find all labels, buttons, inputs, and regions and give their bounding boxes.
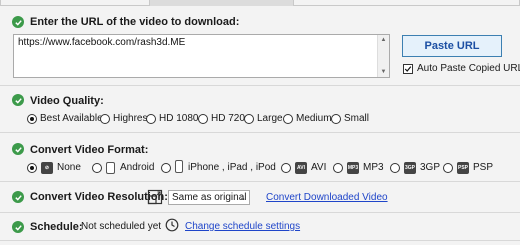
radio-format-psp[interactable] [443,163,453,173]
radio-hd-720[interactable] [198,114,208,124]
resolution-select[interactable]: Same as original ⌄ [168,190,250,205]
format-option-label: 3GP [420,162,441,173]
quality-option-label: Medium [296,113,332,124]
check-circle-icon [12,143,24,155]
android-icon [106,162,115,174]
radio-format-android[interactable] [92,163,102,173]
radio-small[interactable] [331,114,341,124]
url-value: https://www.facebook.com/rash3d.ME [18,37,186,48]
resolution-selected-value: Same as original [172,192,247,203]
scroll-up-icon[interactable]: ▲ [379,36,388,44]
format-option-label: None [57,162,81,173]
quality-option-label: HD 720 [211,113,245,124]
3gp-icon: 3GP [404,162,416,174]
radio-hd-1080[interactable] [146,114,156,124]
chevron-down-icon: ⌄ [239,193,246,202]
tab-right[interactable] [293,0,520,6]
clock-icon [165,218,179,232]
check-circle-icon [12,94,24,106]
format-option-label: AVI [311,162,327,173]
paste-url-button[interactable]: Paste URL [402,35,502,57]
quality-option-label: Highres [113,113,148,124]
url-section-label: Enter the URL of the video to download: [30,16,240,28]
radio-highres[interactable] [100,114,110,124]
radio-format-iphone[interactable] [161,163,171,173]
format-option-label: iPhone , iPad , iPod [188,162,276,173]
mp3-icon: MP3 [347,162,359,174]
format-option-label: MP3 [363,162,384,173]
auto-paste-checkbox[interactable] [403,64,413,74]
check-circle-icon [12,221,24,233]
check-circle-icon [12,191,24,203]
none-icon: ⊘ [41,162,53,174]
format-option-label: PSP [473,162,494,173]
convert-downloaded-video-link[interactable]: Convert Downloaded Video [266,192,388,203]
divider [0,212,520,213]
schedule-status: Not scheduled yet [81,221,162,232]
format-option-label: Android [120,162,155,173]
divider [0,240,520,241]
quality-option-label: HD 1080 [159,113,199,124]
radio-format-avi[interactable] [281,163,291,173]
psp-icon: PSP [457,162,469,174]
quality-option-label: Large [257,113,283,124]
radio-format-3gp[interactable] [390,163,400,173]
schedule-label: Schedule: [30,221,83,233]
divider [0,85,520,86]
url-input[interactable]: https://www.facebook.com/rash3d.ME ▲ ▼ [13,34,390,78]
quality-option-label: Small [344,113,370,124]
radio-medium[interactable] [283,114,293,124]
check-circle-icon [12,16,24,28]
divider [0,181,520,182]
quality-option-label: Best Available [40,113,103,124]
divider [0,132,520,133]
iphone-icon [175,160,183,173]
change-schedule-link[interactable]: Change schedule settings [185,221,300,232]
scroll-down-icon[interactable]: ▼ [379,68,388,76]
avi-icon: AVI [295,162,307,174]
quality-label: Video Quality: [30,95,104,107]
radio-format-mp3[interactable] [333,163,343,173]
auto-paste-label: Auto Paste Copied URL [417,63,520,74]
url-scrollbar[interactable]: ▲ ▼ [377,35,389,77]
radio-large[interactable] [244,114,254,124]
radio-best-available[interactable] [27,114,37,124]
resize-icon [147,189,163,205]
tab-left[interactable] [0,0,150,6]
format-label: Convert Video Format: [30,144,149,156]
radio-format-none[interactable] [27,163,37,173]
